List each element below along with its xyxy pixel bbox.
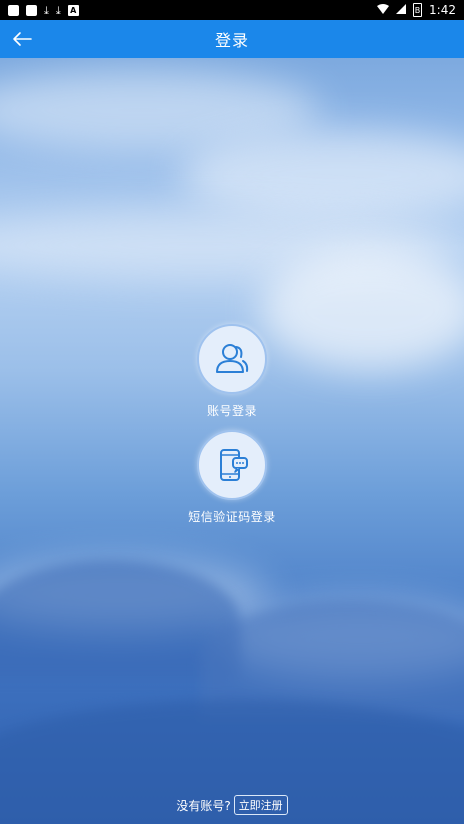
app-notification-icon: A [67, 4, 79, 16]
status-time: 1:42 [429, 3, 456, 17]
signal-icon [396, 3, 407, 17]
notification-icon [26, 4, 37, 16]
arrow-left-icon [13, 32, 32, 46]
sms-login-option[interactable]: 短信验证码登录 [0, 430, 464, 525]
login-screen: ⤓ ⤓ A B 1:42 登录 账号登录 短信验证码登录 没有账号? 立即注册 [0, 0, 464, 824]
register-row: 没有账号? 立即注册 [0, 795, 464, 815]
battery-icon: B [413, 3, 423, 17]
sms-login-label: 短信验证码登录 [188, 510, 276, 524]
status-bar: ⤓ ⤓ A B 1:42 [0, 0, 464, 20]
title-bar: 登录 [0, 20, 464, 58]
page-title: 登录 [214, 31, 249, 50]
back-button[interactable] [8, 25, 36, 53]
account-login-option[interactable]: 账号登录 [0, 324, 464, 419]
download-icon: ⤓ [55, 3, 61, 17]
register-prompt: 没有账号? [176, 798, 231, 813]
user-icon [216, 344, 249, 373]
phone-sms-icon [220, 449, 248, 481]
wifi-icon [377, 3, 390, 17]
download-icon: ⤓ [44, 3, 49, 17]
notification-icon [8, 4, 19, 16]
background-cloud [180, 130, 464, 220]
notification-icons: ⤓ ⤓ A [8, 3, 79, 17]
account-login-label: 账号登录 [206, 404, 257, 418]
system-icons: B 1:42 [377, 3, 456, 17]
register-button[interactable]: 立即注册 [233, 795, 288, 815]
sms-login-button[interactable] [197, 430, 267, 500]
account-login-button[interactable] [197, 324, 267, 394]
